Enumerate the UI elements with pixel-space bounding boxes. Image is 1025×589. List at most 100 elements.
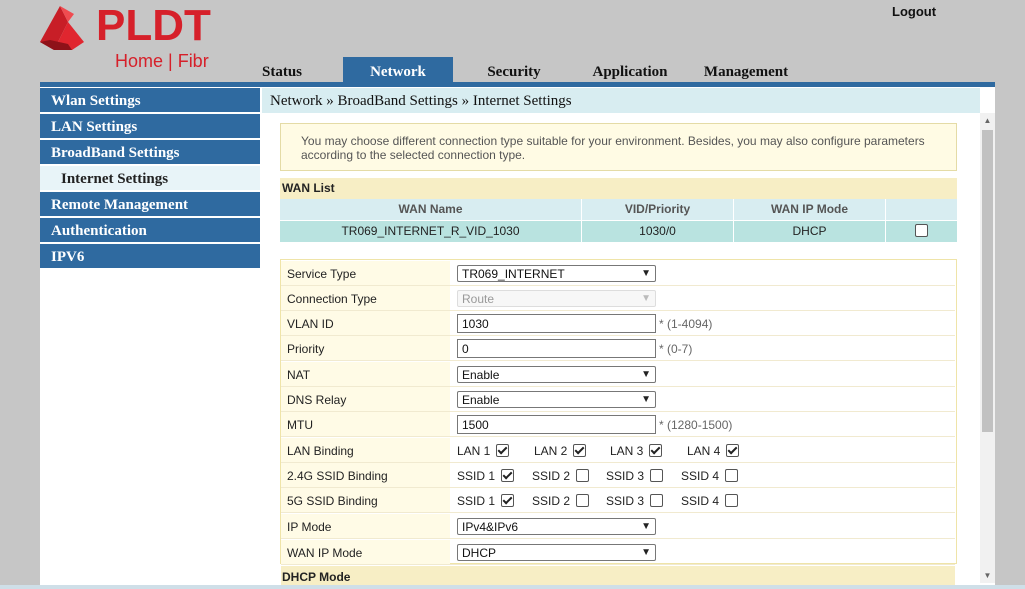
ssid5-1-option: SSID 1 (457, 488, 515, 512)
info-notice: You may choose different connection type… (280, 123, 957, 171)
sidebar-item-authentication[interactable]: Authentication (40, 218, 260, 242)
lan-4-option: LAN 4 (687, 438, 740, 462)
wan-ip-mode-select[interactable]: DHCP ▼ (457, 544, 656, 561)
main-nav-tabs: Status Network Security Application Mana… (0, 57, 1025, 83)
tab-security[interactable]: Security (478, 57, 550, 83)
service-type-label: Service Type (281, 261, 450, 285)
lan-4-checkbox[interactable] (726, 443, 740, 457)
lan-1-checkbox[interactable] (496, 443, 510, 457)
column-header-select (886, 199, 957, 220)
vlan-id-input[interactable]: 1030 (457, 314, 656, 333)
column-header-wan-ip-mode: WAN IP Mode (734, 199, 886, 220)
table-row[interactable]: TR069_INTERNET_R_VID_1030 1030/0 DHCP (280, 221, 957, 242)
scroll-thumb[interactable] (982, 130, 993, 432)
mtu-label: MTU (281, 412, 450, 436)
mtu-hint: * (1280-1500) (659, 418, 733, 432)
scroll-up-arrow-icon[interactable]: ▲ (980, 113, 995, 128)
dhcp-mode-section-title: DHCP Mode (281, 566, 955, 586)
ssid5-4-checkbox[interactable] (725, 493, 739, 507)
ssid5-2-checkbox[interactable] (576, 493, 590, 507)
ssid24-4-option: SSID 4 (681, 463, 739, 487)
service-type-select[interactable]: TR069_INTERNET ▼ (457, 265, 656, 282)
sidebar-item-remote-management[interactable]: Remote Management (40, 192, 260, 216)
chevron-down-icon: ▼ (641, 293, 651, 304)
chevron-down-icon: ▼ (641, 547, 651, 558)
column-header-vid-priority: VID/Priority (582, 199, 734, 220)
vlan-id-hint: * (1-4094) (659, 317, 713, 331)
priority-hint: * (0-7) (659, 342, 693, 356)
sidebar-item-wlan-settings[interactable]: Wlan Settings (40, 88, 260, 112)
ssid24-4-checkbox[interactable] (725, 468, 739, 482)
lan-3-checkbox[interactable] (649, 443, 663, 457)
connection-type-row: Connection Type Route ▼ (281, 286, 955, 311)
ssid24-3-checkbox[interactable] (650, 468, 664, 482)
notice-line-1: You may choose different connection type… (301, 134, 925, 148)
tab-status[interactable]: Status (252, 57, 312, 83)
ip-mode-row: IP Mode IPv4&IPv6 ▼ (281, 514, 955, 539)
dns-relay-label: DNS Relay (281, 387, 450, 411)
chevron-down-icon: ▼ (641, 521, 651, 532)
dns-relay-select[interactable]: Enable ▼ (457, 391, 656, 408)
ssid24-3-option: SSID 3 (606, 463, 664, 487)
wan-ip-mode-cell: DHCP (734, 221, 886, 242)
lan-3-option: LAN 3 (610, 438, 663, 462)
wan-list-title: WAN List (280, 178, 957, 199)
tab-management[interactable]: Management (697, 57, 795, 83)
sidebar: Wlan Settings LAN Settings BroadBand Set… (40, 87, 260, 585)
ssid24-1-checkbox[interactable] (501, 468, 515, 482)
logout-link[interactable]: Logout (892, 4, 936, 19)
connection-type-select: Route ▼ (457, 290, 656, 307)
nat-select[interactable]: Enable ▼ (457, 366, 656, 383)
wan-ip-mode-label: WAN IP Mode (281, 540, 450, 564)
sidebar-item-ipv6[interactable]: IPV6 (40, 244, 260, 268)
svg-text:PLDT: PLDT (96, 1, 211, 50)
priority-input[interactable]: 0 (457, 339, 656, 358)
chevron-down-icon: ▼ (641, 369, 651, 380)
lan-binding-row: LAN Binding LAN 1 LAN 2 LAN 3 LAN 4 (281, 438, 955, 463)
mtu-row: MTU 1500 * (1280-1500) (281, 412, 955, 437)
ssid5-2-option: SSID 2 (532, 488, 590, 512)
lan-2-option: LAN 2 (534, 438, 587, 462)
tab-network[interactable]: Network (343, 57, 453, 83)
ssid-5g-binding-row: 5G SSID Binding SSID 1 SSID 2 SSID 3 SSI… (281, 488, 955, 513)
ssid24-1-option: SSID 1 (457, 463, 515, 487)
sidebar-item-internet-settings[interactable]: Internet Settings (40, 166, 260, 190)
ssid-5g-binding-label: 5G SSID Binding (281, 488, 450, 512)
ssid5-4-option: SSID 4 (681, 488, 739, 512)
column-header-wan-name: WAN Name (280, 199, 582, 220)
priority-label: Priority (281, 336, 450, 360)
sidebar-item-broadband-settings[interactable]: BroadBand Settings (40, 140, 260, 164)
ssid5-1-checkbox[interactable] (501, 493, 515, 507)
wan-name-cell: TR069_INTERNET_R_VID_1030 (280, 221, 582, 242)
wan-list-header-row: WAN Name VID/Priority WAN IP Mode (280, 199, 957, 220)
content-scrollbar[interactable]: ▲ ▼ (980, 113, 995, 583)
scroll-down-arrow-icon[interactable]: ▼ (980, 568, 995, 583)
row-select-cell (886, 221, 957, 242)
connection-type-label: Connection Type (281, 286, 450, 310)
dns-relay-row: DNS Relay Enable ▼ (281, 387, 955, 412)
ssid24-2-option: SSID 2 (532, 463, 590, 487)
notice-line-2: according to the selected connection typ… (301, 148, 526, 162)
vlan-id-row: VLAN ID 1030 * (1-4094) (281, 311, 955, 336)
ssid5-3-checkbox[interactable] (650, 493, 664, 507)
vid-priority-cell: 1030/0 (582, 221, 734, 242)
priority-row: Priority 0 * (0-7) (281, 336, 955, 361)
chevron-down-icon: ▼ (641, 268, 651, 279)
tab-application[interactable]: Application (585, 57, 675, 83)
sidebar-item-lan-settings[interactable]: LAN Settings (40, 114, 260, 138)
wan-row-checkbox[interactable] (915, 223, 928, 237)
bottom-strip (0, 585, 1025, 589)
breadcrumb: Network » BroadBand Settings » Internet … (262, 88, 980, 113)
ssid24-2-checkbox[interactable] (576, 468, 590, 482)
lan-1-option: LAN 1 (457, 438, 510, 462)
vlan-id-label: VLAN ID (281, 311, 450, 335)
lan-binding-label: LAN Binding (281, 438, 450, 462)
ip-mode-select[interactable]: IPv4&IPv6 ▼ (457, 518, 656, 535)
lan-2-checkbox[interactable] (573, 443, 587, 457)
mtu-input[interactable]: 1500 (457, 415, 656, 434)
nat-label: NAT (281, 362, 450, 386)
wan-ip-mode-row: WAN IP Mode DHCP ▼ (281, 540, 955, 565)
ssid5-3-option: SSID 3 (606, 488, 664, 512)
ssid-24g-binding-row: 2.4G SSID Binding SSID 1 SSID 2 SSID 3 S… (281, 463, 955, 488)
service-type-row: Service Type TR069_INTERNET ▼ (281, 261, 955, 286)
